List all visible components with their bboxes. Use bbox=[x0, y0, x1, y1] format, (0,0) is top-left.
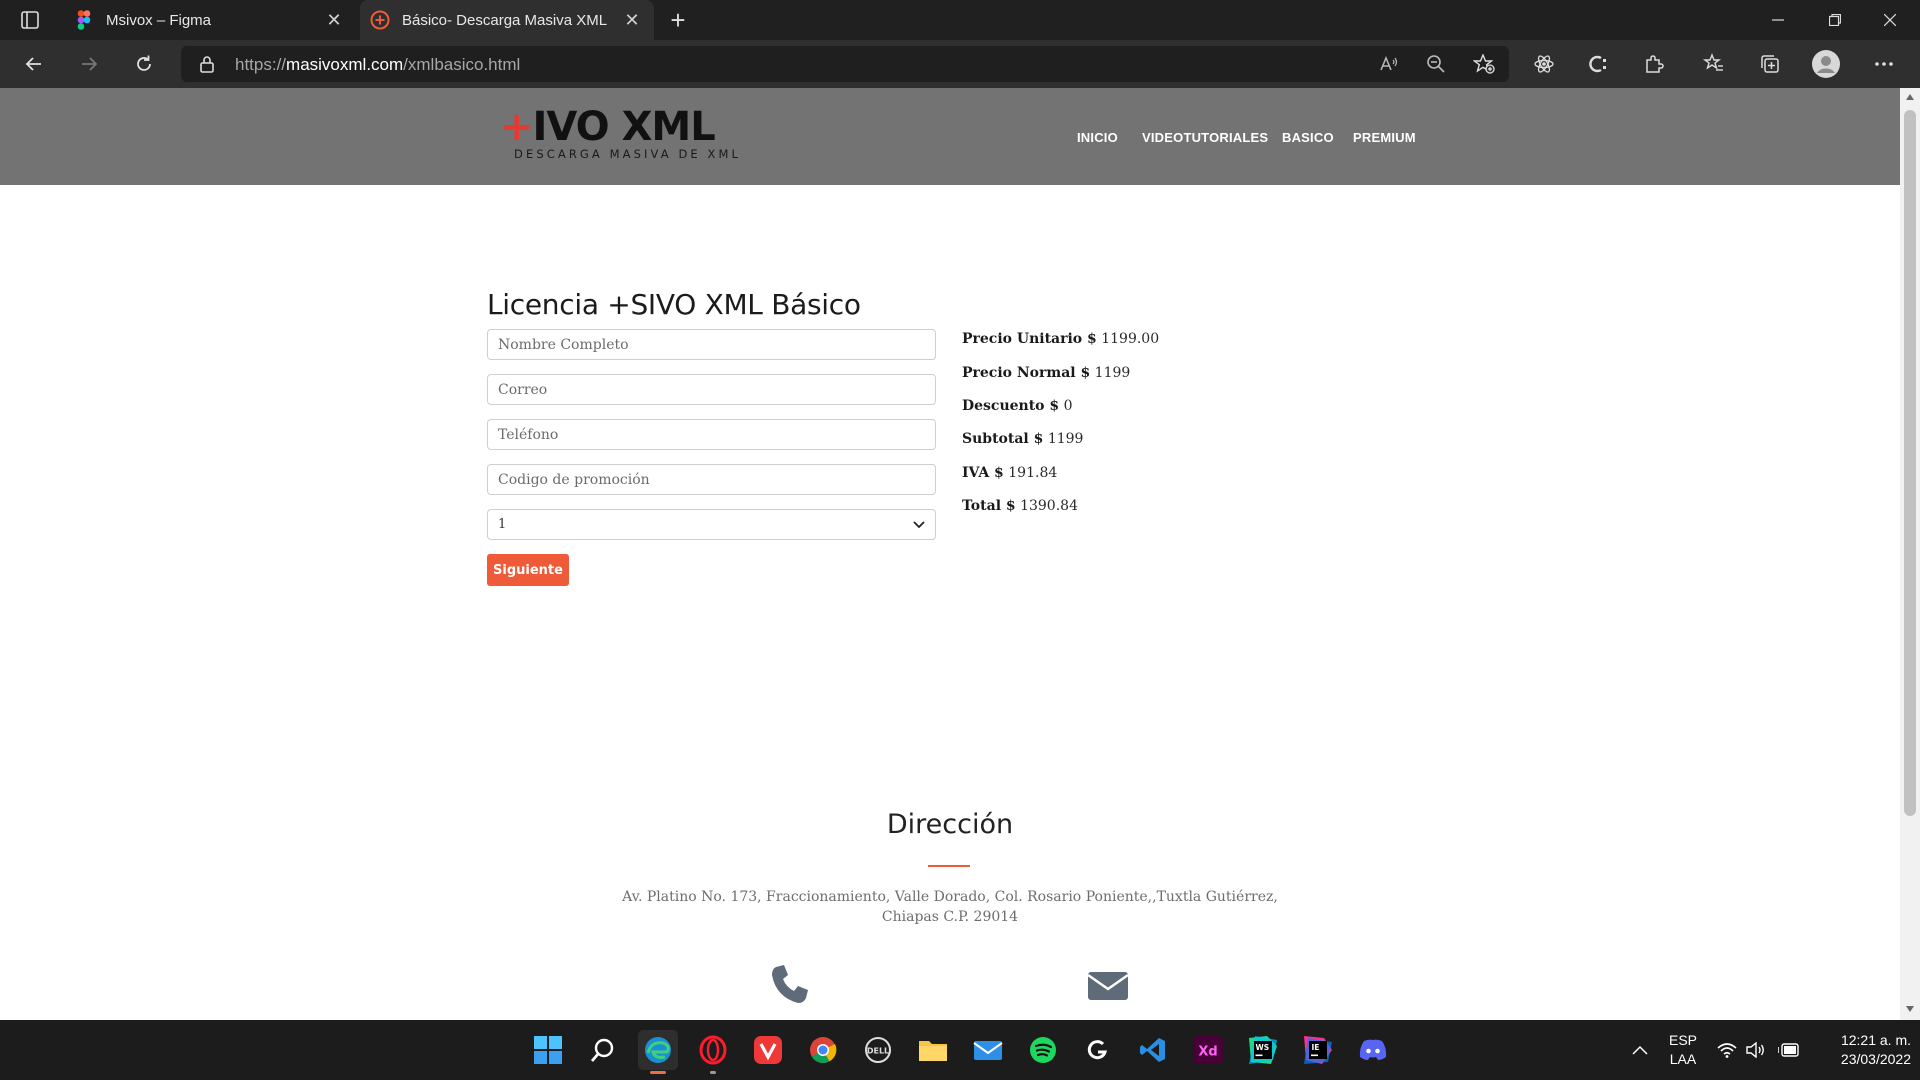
address-title: Dirección bbox=[886, 809, 1014, 840]
url-text: https://masivoxml.com/xmlbasico.html bbox=[235, 55, 521, 74]
summary-discount: Descuento $ 0 bbox=[962, 398, 1073, 414]
nav-videotutoriales[interactable]: VIDEOTUTORIALES bbox=[1142, 130, 1268, 145]
close-tab-icon[interactable]: ✕ bbox=[620, 8, 644, 32]
email-input[interactable] bbox=[487, 374, 936, 405]
svg-text:WS: WS bbox=[1256, 1043, 1270, 1052]
file-explorer-icon[interactable] bbox=[913, 1030, 953, 1070]
restore-icon[interactable] bbox=[1805, 0, 1865, 40]
refresh-icon[interactable] bbox=[130, 50, 158, 78]
envelope-icon[interactable] bbox=[1086, 963, 1130, 1007]
chevron-down-icon bbox=[913, 517, 925, 533]
phone-input[interactable] bbox=[487, 419, 936, 450]
svg-text:DESCARGA MASIVA DE XML: DESCARGA MASIVA DE XML bbox=[514, 147, 740, 161]
webstorm-icon[interactable]: WS bbox=[1243, 1030, 1283, 1070]
chrome-icon[interactable] bbox=[803, 1030, 843, 1070]
quantity-value: 1 bbox=[498, 517, 507, 532]
logitech-icon[interactable] bbox=[1078, 1030, 1118, 1070]
site-favicon-icon bbox=[370, 10, 390, 30]
tab-title: Msivox – Figma bbox=[106, 11, 212, 29]
scrollbar-thumb[interactable] bbox=[1904, 110, 1916, 816]
adobe-xd-icon[interactable]: Xd bbox=[1188, 1030, 1228, 1070]
site-header: +IVO XML DESCARGA MASIVA DE XML INICIO V… bbox=[0, 88, 1900, 185]
close-window-icon[interactable] bbox=[1860, 0, 1920, 40]
summary-total: Total $ 1390.84 bbox=[962, 498, 1078, 514]
nav-basico[interactable]: BASICO bbox=[1282, 130, 1334, 145]
name-input[interactable] bbox=[487, 329, 936, 360]
discord-icon[interactable] bbox=[1353, 1030, 1393, 1070]
svg-text:+IVO XML: +IVO XML bbox=[500, 104, 715, 150]
battery-icon[interactable] bbox=[1776, 1030, 1802, 1070]
dell-icon[interactable]: DELL bbox=[858, 1030, 898, 1070]
opera-icon[interactable] bbox=[693, 1030, 733, 1074]
react-devtools-icon[interactable] bbox=[1530, 50, 1558, 78]
tab-basico[interactable]: Básico- Descarga Masiva XML ✕ bbox=[360, 0, 654, 40]
new-tab-icon[interactable]: + bbox=[664, 5, 692, 35]
address-divider bbox=[928, 865, 970, 867]
chevron-up-icon[interactable] bbox=[1620, 1030, 1660, 1070]
extension-c-icon[interactable] bbox=[1585, 50, 1613, 78]
summary-iva: IVA $ 191.84 bbox=[962, 465, 1058, 481]
svg-text:IE: IE bbox=[1312, 1043, 1320, 1052]
input-language[interactable]: ESP LAA bbox=[1665, 1031, 1701, 1069]
vivaldi-icon[interactable] bbox=[748, 1030, 788, 1070]
page-scrollbar[interactable] bbox=[1900, 88, 1920, 1020]
phone-icon[interactable] bbox=[768, 963, 812, 1007]
browser-tab-bar: Msivox – Figma ✕ Básico- Descarga Masiva… bbox=[0, 0, 1920, 40]
clock[interactable]: 12:21 a. m. 23/03/2022 bbox=[1805, 1031, 1911, 1069]
edge-icon[interactable] bbox=[638, 1030, 678, 1074]
spotify-icon[interactable] bbox=[1023, 1030, 1063, 1070]
address-bar[interactable]: https://masivoxml.com/xmlbasico.html bbox=[181, 46, 1509, 82]
summary-normal-price: Precio Normal $ 1199 bbox=[962, 365, 1131, 381]
nav-premium[interactable]: PREMIUM bbox=[1353, 130, 1416, 145]
vscode-icon[interactable] bbox=[1133, 1030, 1173, 1070]
close-tab-icon[interactable]: ✕ bbox=[322, 8, 346, 32]
tab-actions-icon[interactable] bbox=[18, 8, 42, 32]
promo-code-input[interactable] bbox=[487, 464, 936, 495]
windows-start-icon[interactable] bbox=[528, 1030, 568, 1070]
quantity-select[interactable]: 1 bbox=[487, 509, 936, 540]
wifi-icon[interactable] bbox=[1714, 1030, 1740, 1070]
page-title: Licencia +SIVO XML Básico bbox=[487, 288, 861, 321]
back-icon[interactable] bbox=[20, 50, 48, 78]
volume-icon[interactable] bbox=[1743, 1030, 1769, 1070]
mail-icon[interactable] bbox=[968, 1030, 1008, 1070]
figma-icon bbox=[74, 10, 94, 30]
collections-icon[interactable] bbox=[1756, 50, 1784, 78]
forward-icon[interactable] bbox=[75, 50, 103, 78]
summary-subtotal: Subtotal $ 1199 bbox=[962, 431, 1084, 447]
site-logo[interactable]: +IVO XML DESCARGA MASIVA DE XML bbox=[500, 104, 740, 166]
svg-text:Xd: Xd bbox=[1198, 1045, 1217, 1060]
address-text: Av. Platino No. 173, Fraccionamiento, Va… bbox=[622, 889, 1278, 925]
tab-title: Básico- Descarga Masiva XML bbox=[402, 11, 608, 29]
read-aloud-icon[interactable] bbox=[1379, 54, 1399, 78]
more-options-icon[interactable] bbox=[1870, 50, 1898, 78]
page-viewport: +IVO XML DESCARGA MASIVA DE XML INICIO V… bbox=[0, 88, 1900, 1020]
intellij-icon[interactable]: IE bbox=[1298, 1030, 1338, 1070]
siguiente-button[interactable]: Siguiente bbox=[487, 554, 569, 586]
lock-icon bbox=[199, 55, 215, 77]
extensions-icon[interactable] bbox=[1640, 50, 1668, 78]
browser-toolbar: https://masivoxml.com/xmlbasico.html bbox=[0, 40, 1920, 88]
minimize-icon[interactable] bbox=[1748, 0, 1808, 40]
add-favorite-icon[interactable] bbox=[1472, 53, 1495, 78]
search-icon[interactable] bbox=[583, 1030, 623, 1070]
favorites-icon[interactable] bbox=[1700, 50, 1728, 78]
summary-unit-price: Precio Unitario $ 1199.00 bbox=[962, 331, 1160, 347]
profile-avatar-icon[interactable] bbox=[1812, 50, 1840, 78]
tab-figma[interactable]: Msivox – Figma ✕ bbox=[64, 0, 356, 40]
svg-text:DELL: DELL bbox=[867, 1047, 889, 1056]
zoom-icon[interactable] bbox=[1426, 54, 1446, 78]
taskbar: DELL Xd WS IE ESP LAA 12:21 a. m. 23/03/… bbox=[0, 1020, 1920, 1080]
nav-inicio[interactable]: INICIO bbox=[1077, 130, 1118, 145]
